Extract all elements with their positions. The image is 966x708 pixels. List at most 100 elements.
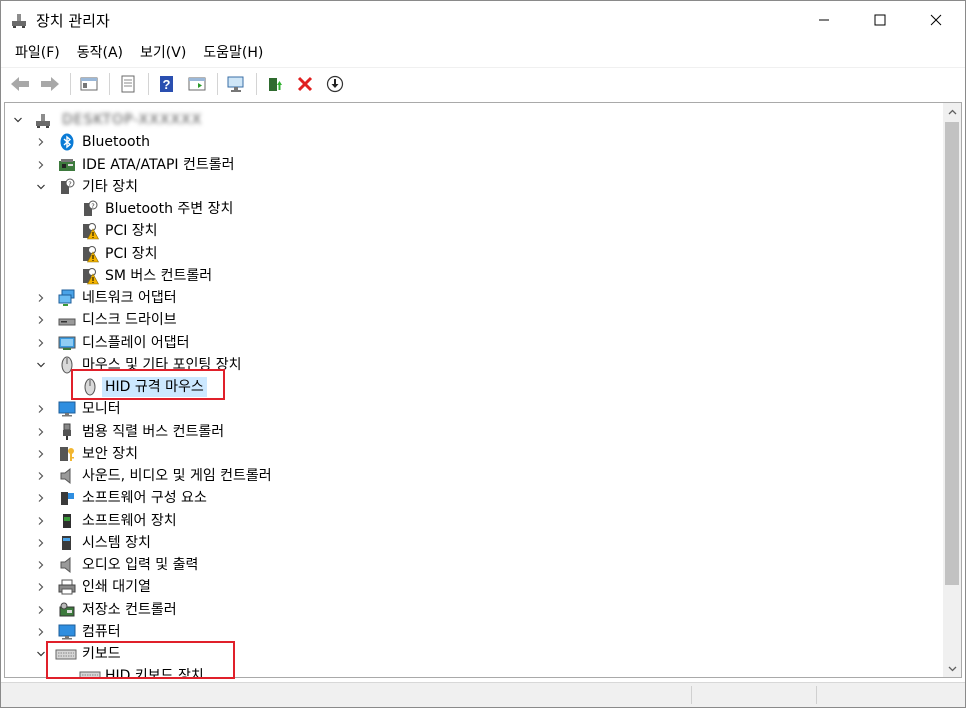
tree-item-computer[interactable]: 컴퓨터 bbox=[5, 621, 943, 643]
software-component-icon bbox=[61, 492, 74, 506]
chevron-right-icon[interactable] bbox=[35, 292, 47, 304]
toolbar-separator bbox=[148, 72, 149, 95]
tree-item-ide-controller[interactable]: IDE ATA/ATAPI 컨트롤러 bbox=[5, 154, 943, 176]
tree-item-storage-controller[interactable]: 저장소 컨트롤러 bbox=[5, 599, 943, 621]
tree-item-software-component[interactable]: 소프트웨어 구성 요소 bbox=[5, 487, 943, 509]
tree-item-label: 시스템 장치 bbox=[82, 534, 151, 551]
uninstall-device-button[interactable] bbox=[292, 71, 318, 97]
tree-item-display-adapter[interactable]: 디스플레이 어댑터 bbox=[5, 332, 943, 354]
maximize-button[interactable] bbox=[857, 1, 903, 39]
tree-item-label: 사운드, 비디오 및 게임 컨트롤러 bbox=[82, 468, 272, 485]
disable-device-button[interactable] bbox=[322, 71, 348, 97]
chevron-right-icon[interactable] bbox=[35, 559, 47, 571]
speaker-icon bbox=[60, 468, 71, 485]
tree-item-software-device[interactable]: 소프트웨어 장치 bbox=[5, 510, 943, 532]
status-divider bbox=[816, 686, 817, 704]
forward-button[interactable] bbox=[37, 71, 63, 97]
tree-item-system-device[interactable]: 시스템 장치 bbox=[5, 532, 943, 554]
tree-item-disk-drive[interactable]: 디스크 드라이브 bbox=[5, 309, 943, 331]
chevron-right-icon[interactable] bbox=[35, 448, 47, 460]
menu-file[interactable]: 파일(F) bbox=[7, 39, 68, 67]
action-pane-icon bbox=[188, 77, 206, 90]
minimize-icon bbox=[819, 19, 829, 21]
document-icon bbox=[121, 75, 135, 92]
tree-item-label: 컴퓨터 bbox=[82, 623, 121, 640]
minimize-button[interactable] bbox=[801, 1, 847, 39]
chevron-right-icon[interactable] bbox=[35, 403, 47, 415]
chevron-right-icon[interactable] bbox=[35, 626, 47, 638]
menu-bar: 파일(F) 동작(A) 보기(V) 도움말(H) bbox=[1, 39, 965, 67]
chevron-right-icon[interactable] bbox=[35, 537, 47, 549]
chevron-right-icon[interactable] bbox=[35, 426, 47, 438]
tree-item-other-devices[interactable]: ? 기타 장치 bbox=[5, 176, 943, 198]
printer-icon bbox=[58, 579, 76, 595]
chevron-right-icon[interactable] bbox=[35, 159, 47, 171]
tree-item-label: PCI 장치 bbox=[105, 245, 158, 262]
tree-root[interactable]: DESKTOP-XXXXXX bbox=[5, 109, 943, 131]
menu-help[interactable]: 도움말(H) bbox=[195, 39, 271, 67]
chevron-down-icon[interactable] bbox=[12, 114, 24, 126]
uninstall-x-icon bbox=[297, 76, 313, 91]
tree-item-usb-controller[interactable]: 범용 직렬 버스 컨트롤러 bbox=[5, 421, 943, 443]
device-manager-window: 장치 관리자 파일(F) 동작(A) 보기(V) 도움말(H) ? DESKTO… bbox=[0, 0, 966, 708]
properties-pane-icon bbox=[80, 77, 98, 90]
chevron-right-icon[interactable] bbox=[35, 470, 47, 482]
chevron-right-icon[interactable] bbox=[35, 515, 47, 527]
security-key-icon bbox=[60, 446, 74, 461]
tree-item-label: PCI 장치 bbox=[105, 223, 158, 240]
tree-item-label: 보안 장치 bbox=[82, 445, 138, 462]
svg-text:?: ? bbox=[91, 202, 94, 210]
close-button[interactable] bbox=[913, 1, 959, 39]
toolbar-separator bbox=[256, 72, 257, 95]
tree-item-pci-device[interactable]: PCI 장치 bbox=[5, 220, 943, 242]
menu-action[interactable]: 동작(A) bbox=[69, 39, 131, 67]
tree-item-sound-video-game[interactable]: 사운드, 비디오 및 게임 컨트롤러 bbox=[5, 465, 943, 487]
properties-button[interactable] bbox=[115, 71, 141, 97]
toolbar-separator bbox=[217, 72, 218, 95]
window-title: 장치 관리자 bbox=[36, 12, 110, 30]
scroll-up-button[interactable] bbox=[943, 103, 961, 121]
usb-icon bbox=[63, 423, 71, 440]
warning-device-icon bbox=[83, 267, 99, 285]
show-action-pane-button[interactable] bbox=[184, 71, 210, 97]
show-hide-console-tree-button[interactable] bbox=[76, 71, 102, 97]
tree-item-audio-io[interactable]: 오디오 입력 및 출력 bbox=[5, 554, 943, 576]
tree-item-security-device[interactable]: 보안 장치 bbox=[5, 443, 943, 465]
tree-item-pci-device[interactable]: PCI 장치 bbox=[5, 243, 943, 265]
update-driver-button[interactable] bbox=[262, 71, 288, 97]
chevron-right-icon[interactable] bbox=[35, 136, 47, 148]
warning-device-icon bbox=[83, 223, 99, 240]
computer-tree-icon bbox=[36, 114, 50, 129]
tree-item-label: 소프트웨어 장치 bbox=[82, 512, 177, 529]
svg-text:?: ? bbox=[163, 77, 171, 92]
computer-name-label: DESKTOP-XXXXXX bbox=[62, 112, 203, 129]
scan-hardware-button[interactable] bbox=[223, 71, 249, 97]
ide-controller-icon bbox=[59, 158, 75, 171]
tree-item-label: Bluetooth 주변 장치 bbox=[105, 201, 234, 218]
bluetooth-icon bbox=[60, 133, 74, 151]
tree-item-monitor[interactable]: 모니터 bbox=[5, 398, 943, 420]
help-button[interactable]: ? bbox=[154, 71, 180, 97]
chevron-down-icon[interactable] bbox=[35, 181, 47, 193]
tree-item-bluetooth[interactable]: Bluetooth bbox=[5, 131, 943, 153]
back-button[interactable] bbox=[7, 71, 33, 97]
tree-item-label: 기타 장치 bbox=[82, 178, 138, 195]
tree-item-print-queue[interactable]: 인쇄 대기열 bbox=[5, 576, 943, 598]
status-divider bbox=[691, 686, 692, 704]
tree-item-label: 인쇄 대기열 bbox=[82, 579, 151, 596]
chevron-down-icon[interactable] bbox=[35, 359, 47, 371]
tree-item-bluetooth-peripheral[interactable]: ? Bluetooth 주변 장치 bbox=[5, 198, 943, 220]
scroll-down-button[interactable] bbox=[943, 659, 961, 677]
vertical-scrollbar[interactable] bbox=[943, 103, 961, 677]
tree-item-sm-bus-controller[interactable]: SM 버스 컨트롤러 bbox=[5, 265, 943, 287]
scrollbar-thumb[interactable] bbox=[945, 122, 959, 585]
chevron-right-icon[interactable] bbox=[35, 337, 47, 349]
tree-item-network-adapter[interactable]: 네트워크 어댑터 bbox=[5, 287, 943, 309]
toolbar-separator bbox=[70, 72, 71, 95]
chevron-right-icon[interactable] bbox=[35, 604, 47, 616]
menu-view[interactable]: 보기(V) bbox=[132, 39, 194, 67]
chevron-right-icon[interactable] bbox=[35, 314, 47, 326]
highlight-box-hid-mouse bbox=[71, 369, 225, 400]
chevron-right-icon[interactable] bbox=[35, 581, 47, 593]
chevron-right-icon[interactable] bbox=[35, 492, 47, 504]
